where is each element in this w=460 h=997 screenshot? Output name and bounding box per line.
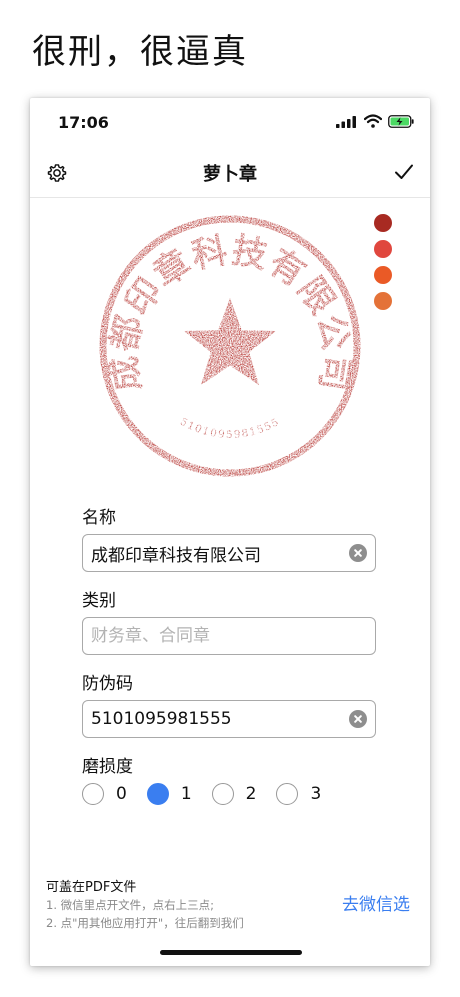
category-input[interactable] bbox=[91, 624, 341, 648]
cellular-signal-icon bbox=[336, 116, 356, 128]
wear-option-label: 2 bbox=[245, 784, 257, 804]
wear-option-3[interactable]: 3 bbox=[276, 783, 321, 805]
color-swatch-red[interactable] bbox=[374, 240, 392, 258]
phone-screen: 17:06 萝卜章 成都印章科技有限公司 5101095981555 名称 成都… bbox=[30, 98, 430, 966]
go-to-wechat-link[interactable]: 去微信选 bbox=[342, 890, 410, 915]
name-input[interactable] bbox=[91, 541, 341, 565]
status-bar: 17:06 bbox=[30, 98, 430, 144]
radio-circle-icon[interactable] bbox=[82, 783, 104, 805]
pdf-help-step-2: 2. 点"用其他应用打开"，往后翻到我们 bbox=[46, 916, 244, 930]
stamp-star bbox=[184, 298, 276, 385]
color-swatch-orange[interactable] bbox=[374, 292, 392, 310]
wear-option-0[interactable]: 0 bbox=[82, 783, 127, 805]
radio-circle-icon[interactable] bbox=[276, 783, 299, 805]
wear-option-2[interactable]: 2 bbox=[211, 783, 257, 805]
wear-option-label: 0 bbox=[116, 784, 127, 804]
wear-level-label: 磨损度 bbox=[82, 757, 133, 777]
category-label: 类别 bbox=[82, 591, 116, 611]
home-indicator[interactable] bbox=[160, 950, 302, 955]
promo-headline: 很刑，很逼真 bbox=[32, 32, 248, 72]
wifi-icon bbox=[364, 114, 382, 128]
battery-charging-icon bbox=[388, 115, 414, 128]
stamp-serial-arc: 5101095981555 bbox=[178, 416, 282, 441]
name-label: 名称 bbox=[82, 508, 116, 528]
wear-option-label: 1 bbox=[180, 784, 192, 804]
navigation-bar: 萝卜章 bbox=[30, 150, 430, 198]
radio-circle-icon[interactable] bbox=[211, 783, 234, 805]
company-seal-stamp: 成都印章科技有限公司 5101095981555 bbox=[99, 215, 361, 477]
clear-code-icon[interactable] bbox=[349, 710, 367, 728]
wear-option-1[interactable]: 1 bbox=[146, 783, 192, 805]
anticounterfeit-code-label: 防伪码 bbox=[82, 674, 133, 694]
anticounterfeit-code-field bbox=[82, 700, 376, 738]
color-swatch-dark-red[interactable] bbox=[374, 214, 392, 232]
wear-option-label: 3 bbox=[310, 784, 322, 804]
confirm-check-icon[interactable] bbox=[392, 160, 416, 184]
anticounterfeit-code-input[interactable] bbox=[91, 707, 341, 731]
stamp-form: 名称 类别 防伪码 磨损度 0 1 2 bbox=[82, 503, 378, 805]
name-field bbox=[82, 534, 376, 572]
color-swatch-orange-red[interactable] bbox=[374, 266, 392, 284]
wear-level-radio-group: 0 1 2 3 bbox=[82, 783, 378, 805]
category-field bbox=[82, 617, 376, 655]
radio-selected-icon[interactable] bbox=[146, 783, 169, 805]
page-title: 萝卜章 bbox=[203, 164, 257, 185]
clear-name-icon[interactable] bbox=[349, 544, 367, 562]
status-time: 17:06 bbox=[58, 113, 109, 132]
stamp-color-picker bbox=[374, 214, 392, 318]
pdf-help-footer: 可盖在PDF文件 1. 微信里点开文件，点右上三点; 2. 点"用其他应用打开"… bbox=[46, 876, 416, 931]
